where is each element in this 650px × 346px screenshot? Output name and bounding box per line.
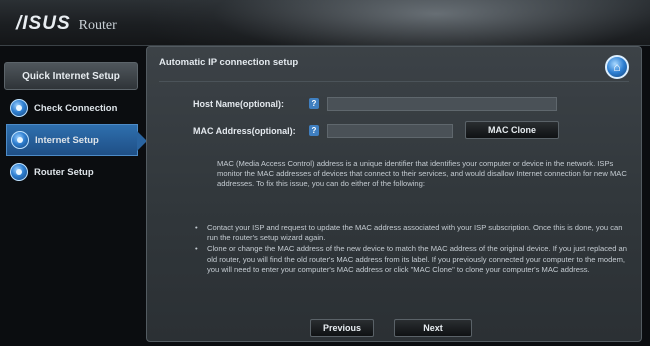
sidebar-title: Quick Internet Setup: [4, 62, 138, 90]
sidebar-item-label: Router Setup: [34, 166, 94, 178]
host-name-input[interactable]: [327, 97, 557, 111]
next-button[interactable]: Next: [394, 319, 472, 337]
mac-address-label: MAC Address(optional):: [193, 126, 296, 136]
mac-address-input[interactable]: [327, 124, 453, 138]
mac-description: MAC (Media Access Control) address is a …: [217, 159, 627, 189]
page-title: Automatic IP connection setup: [159, 57, 299, 68]
sidebar-item-label: Internet Setup: [35, 134, 99, 146]
sidebar-item-check-connection[interactable]: Check Connection: [6, 92, 138, 124]
setup-panel: Automatic IP connection setup ⌂ Host Nam…: [146, 46, 642, 342]
mac-address-help-icon[interactable]: ?: [309, 125, 319, 136]
list-item: Contact your ISP and request to update t…: [193, 223, 633, 243]
previous-button[interactable]: Previous: [310, 319, 374, 337]
divider: [159, 81, 629, 82]
step-circle-icon: [10, 163, 28, 181]
sidebar-item-internet-setup[interactable]: Internet Setup: [6, 124, 147, 156]
step-circle-icon: [10, 99, 28, 117]
sidebar-item-router-setup[interactable]: Router Setup: [6, 156, 138, 188]
host-name-help-icon[interactable]: ?: [309, 98, 319, 109]
step-circle-icon: [11, 131, 29, 149]
top-banner: /ISUS Router: [0, 0, 650, 46]
product-name: Router: [78, 18, 117, 33]
host-name-label: Host Name(optional):: [193, 99, 284, 109]
sidebar: Quick Internet Setup Check Connection In…: [0, 46, 147, 346]
asus-logo: /ISUS: [16, 13, 71, 34]
brand: /ISUS Router: [16, 13, 117, 35]
instructions-list: Contact your ISP and request to update t…: [193, 223, 633, 276]
home-icon[interactable]: ⌂: [605, 55, 629, 79]
list-item: Clone or change the MAC address of the n…: [193, 244, 633, 275]
sidebar-item-label: Check Connection: [34, 102, 118, 114]
mac-clone-button[interactable]: MAC Clone: [465, 121, 559, 139]
